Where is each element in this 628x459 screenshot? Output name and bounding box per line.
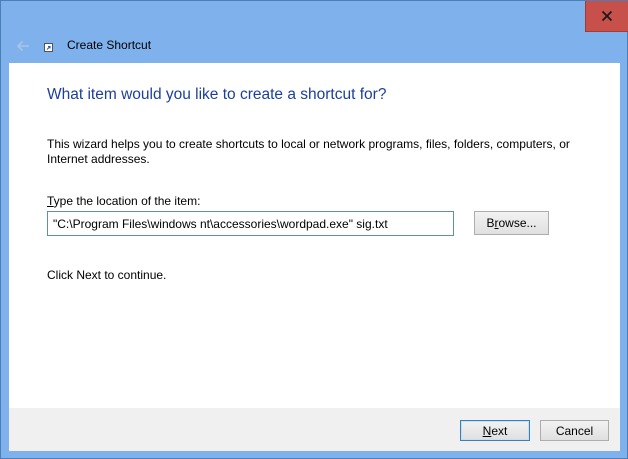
close-icon [601, 10, 613, 22]
close-button[interactable] [585, 1, 628, 32]
window-title: Create Shortcut [67, 38, 152, 52]
cancel-button-label: Cancel [555, 423, 594, 438]
next-button-label: Next [482, 423, 508, 438]
wizard-description: This wizard helps you to create shortcut… [47, 137, 570, 166]
back-button[interactable] [13, 37, 33, 55]
location-label: Type the location of the item: [47, 194, 200, 208]
next-button[interactable]: Next [460, 420, 530, 441]
location-label-text: ype the location of the item: [53, 194, 201, 208]
wizard-heading: What item would you like to create a sho… [47, 86, 387, 103]
shortcut-icon [44, 42, 54, 52]
location-label-mnemonic: T [47, 194, 54, 208]
cancel-button[interactable]: Cancel [540, 420, 609, 441]
create-shortcut-window: Create Shortcut What item would you like… [0, 0, 628, 459]
back-arrow-icon [16, 40, 29, 52]
location-input[interactable] [47, 211, 454, 236]
browse-button-label: Browse... [486, 216, 537, 230]
browse-button[interactable]: Browse... [474, 211, 549, 235]
continue-hint: Click Next to continue. [47, 268, 167, 282]
title-bar[interactable]: Create Shortcut [1, 1, 628, 63]
wizard-footer: Next Cancel [9, 408, 620, 451]
wizard-content: What item would you like to create a sho… [9, 63, 620, 408]
